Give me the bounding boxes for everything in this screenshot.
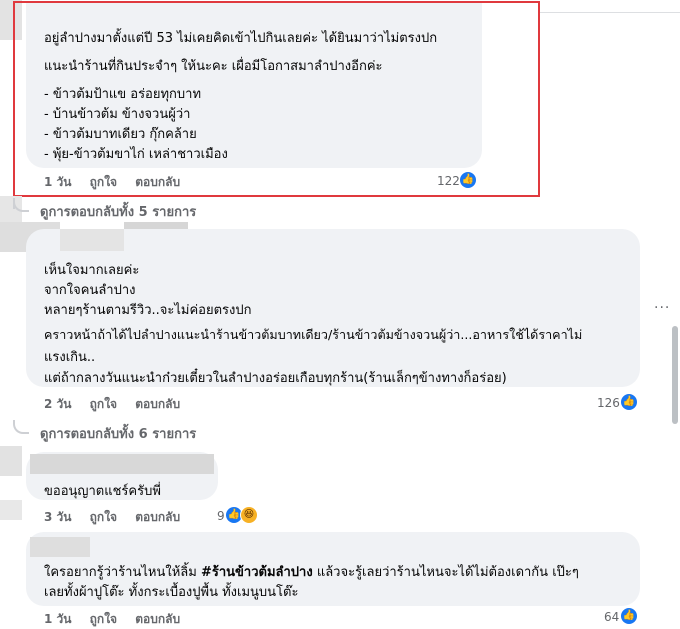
comment-4-text-before: ใครอยากรู้ว่าร้านไหนให้ลิ้ม (44, 565, 201, 580)
comment-3-like-button[interactable]: ถูกใจ (90, 508, 117, 527)
thumbs-up-icon[interactable]: 👍 (621, 608, 637, 624)
comment-2-line-2: จากใจคนลำปาง (44, 283, 136, 298)
comment-2-line-5: แรงเกิน.. (44, 350, 96, 365)
comment-4-time[interactable]: 1 วัน (44, 610, 71, 629)
hashtag-link[interactable]: #ร้านข้าวต้มลำปาง (201, 565, 313, 580)
more-options-icon[interactable]: ··· (654, 300, 670, 316)
comment-4-line-1: ใครอยากรู้ว่าร้านไหนให้ลิ้ม #ร้านข้าวต้ม… (44, 561, 579, 582)
commenter-name-blurred (30, 537, 90, 557)
comment-3-reaction-count[interactable]: 9 (217, 509, 225, 523)
commenter-name-blurred (60, 229, 124, 251)
avatar-blurred (0, 500, 22, 520)
comment-2-line-1: เห็นใจมากเลยค่ะ (44, 263, 140, 278)
comment-2-reaction-count[interactable]: 126 (597, 396, 620, 410)
comment-2-reply-button[interactable]: ตอบกลับ (135, 395, 180, 414)
comment-2-line-4: คราวหน้าถ้าได้ไปลำปางแนะนำร้านข้าวต้มบาท… (44, 327, 583, 342)
comment-3-line-1: ขออนุญาตแชร์ครับพี่ (44, 484, 161, 499)
comment-4-reply-button[interactable]: ตอบกลับ (135, 610, 180, 629)
comment-4-reaction-count[interactable]: 64 (604, 610, 619, 624)
thumbs-up-icon[interactable]: 👍 (621, 394, 637, 410)
view-replies-1[interactable]: ดูการตอบกลับทั้ง 5 รายการ (40, 201, 196, 222)
highlight-box (13, 1, 540, 197)
comment-4-text-after: แล้วจะรู้เลยว่าร้านไหนจะได้ไม่ต้องเดากัน… (312, 565, 579, 580)
commenter-name-blurred (30, 454, 214, 474)
comment-2-time[interactable]: 2 วัน (44, 395, 71, 414)
view-replies-2[interactable]: ดูการตอบกลับทั้ง 6 รายการ (40, 423, 196, 444)
comment-2-actions: 2 วัน ถูกใจ ตอบกลับ (44, 395, 194, 414)
comment-4-actions: 1 วัน ถูกใจ ตอบกลับ (44, 610, 194, 629)
top-divider (540, 12, 680, 13)
avatar-blurred (0, 446, 22, 476)
comment-2-line-6: แต่ถ้ากลางวันแนะนำก๋วยเตี๋ยวในลำปางอร่อย… (44, 371, 507, 386)
comment-3-actions: 3 วัน ถูกใจ ตอบกลับ (44, 508, 194, 527)
comment-4-like-button[interactable]: ถูกใจ (90, 610, 117, 629)
comment-4-line-2: เลยทั้งผ้าปูโต๊ะ ทั้งกระเบื้องปูพื้น ทั้… (44, 585, 299, 600)
comment-3-reply-button[interactable]: ตอบกลับ (135, 508, 180, 527)
comment-3-time[interactable]: 3 วัน (44, 508, 71, 527)
thread-curve (13, 420, 29, 434)
comment-2-line-3: หลายๆร้านตามรีวิว..จะไม่ค่อยตรงปก (44, 303, 252, 318)
comment-2-like-button[interactable]: ถูกใจ (90, 395, 117, 414)
haha-emoji-icon[interactable]: 😆 (240, 506, 258, 524)
scrollbar[interactable] (672, 326, 678, 424)
